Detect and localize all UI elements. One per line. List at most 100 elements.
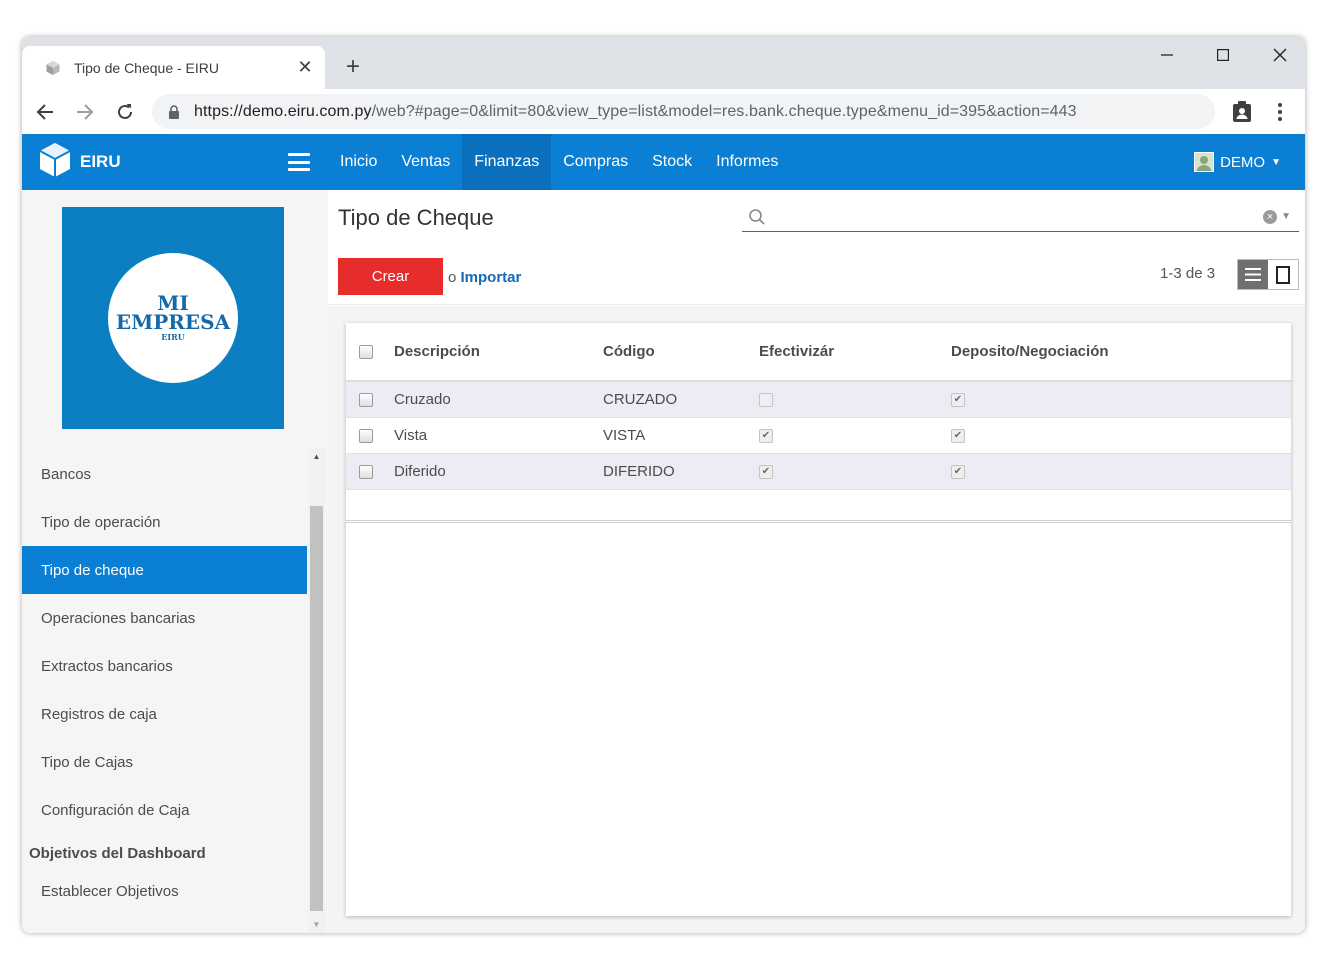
more-menu-icon[interactable]: [1270, 99, 1290, 125]
cell-descripcion: Cruzado: [394, 381, 603, 418]
hamburger-menu-icon[interactable]: [288, 151, 310, 173]
import-link[interactable]: Importar: [461, 269, 522, 286]
menu-item-finanzas[interactable]: Finanzas: [462, 134, 552, 190]
tab-strip: Tipo de Cheque - EIRU ✕ +: [22, 37, 1305, 89]
sidebar-item-bancos[interactable]: Bancos: [22, 450, 307, 498]
table-header-row: Descripción Código Efectivizár Deposito/…: [346, 323, 1291, 382]
close-icon[interactable]: ✕: [293, 56, 317, 80]
cell-descripcion: Diferido: [394, 453, 603, 490]
cell-deposito: ✔: [951, 417, 1291, 454]
page-title: Tipo de Cheque: [338, 205, 494, 230]
menu-item-compras[interactable]: Compras: [551, 134, 640, 190]
column-header-codigo[interactable]: Código: [603, 323, 759, 382]
sidebar-item-operaciones-bancarias[interactable]: Operaciones bancarias: [22, 594, 307, 642]
header-select-cell: [346, 323, 394, 382]
browser-window: Tipo de Cheque - EIRU ✕ + https://demo.e…: [22, 37, 1305, 933]
cell-efectivizar: ✔: [759, 453, 951, 490]
deposito-checkbox: ✔: [951, 428, 965, 443]
efectivizar-checkbox: ✔: [759, 428, 773, 443]
plus-icon[interactable]: +: [340, 54, 366, 80]
clear-search-icon[interactable]: ×: [1263, 209, 1278, 224]
sidebar-item-tipo-operacion[interactable]: Tipo de operación: [22, 498, 307, 546]
select-all-checkbox[interactable]: [359, 345, 373, 360]
forward-icon[interactable]: [72, 99, 98, 125]
row-checkbox[interactable]: [359, 392, 373, 407]
column-header-descripcion[interactable]: Descripción: [394, 323, 603, 382]
sidebar-item-configuracion-caja[interactable]: Configuración de Caja: [22, 786, 307, 834]
cell-codigo: DIFERIDO: [603, 453, 759, 490]
address-bar[interactable]: https://demo.eiru.com.py/web?#page=0&lim…: [152, 94, 1215, 129]
sidebar-menu: Bancos Tipo de operación Tipo de cheque …: [22, 450, 307, 910]
browser-tab[interactable]: Tipo de Cheque - EIRU ✕: [22, 46, 325, 89]
search-input[interactable]: [770, 207, 1264, 226]
row-checkbox[interactable]: [359, 464, 373, 479]
cell-efectivizar: [759, 381, 951, 418]
efectivizar-checkbox: ✔: [759, 464, 773, 479]
caret-down-icon: ▼: [1271, 156, 1281, 168]
sidebar-item-tipo-cheque[interactable]: Tipo de cheque: [22, 546, 307, 594]
cell-descripcion: Vista: [394, 417, 603, 454]
scroll-up-icon[interactable]: ▲: [308, 448, 325, 465]
avatar: [1194, 152, 1215, 172]
form-view-icon[interactable]: [1268, 260, 1298, 289]
cell-deposito: ✔: [951, 453, 1291, 490]
sidebar-item-establecer-objetivos[interactable]: Establecer Objetivos: [22, 872, 307, 910]
menu-item-inicio[interactable]: Inicio: [328, 134, 389, 190]
pager-value[interactable]: 1-3 de 3: [1160, 265, 1215, 282]
window-close-icon[interactable]: [1266, 43, 1294, 67]
cell-deposito: ✔: [951, 381, 1291, 418]
brand-name: EIRU: [80, 152, 121, 171]
sidebar-item-tipo-cajas[interactable]: Tipo de Cajas: [22, 738, 307, 786]
brand[interactable]: EIRU: [38, 142, 121, 183]
view-switcher: [1237, 259, 1299, 290]
search-icon: [748, 208, 766, 226]
maximize-icon[interactable]: [1209, 43, 1237, 67]
back-icon[interactable]: [32, 99, 58, 125]
top-menu: Inicio Ventas Finanzas Compras Stock Inf…: [328, 134, 790, 190]
logo-line2: EMPRESA: [115, 310, 231, 334]
cheque-type-table: Descripción Código Efectivizár Deposito/…: [346, 323, 1291, 523]
row-select-cell: [346, 381, 394, 418]
table-footer-cell: [346, 489, 1291, 523]
row-checkbox[interactable]: [359, 428, 373, 443]
sidebar-scrollbar[interactable]: ▲ ▼: [308, 448, 325, 933]
cell-efectivizar: ✔: [759, 417, 951, 454]
efectivizar-checkbox: [759, 392, 773, 407]
list-view-icon[interactable]: [1238, 260, 1268, 289]
row-select-cell: [346, 453, 394, 490]
deposito-checkbox: ✔: [951, 392, 965, 407]
menu-item-informes[interactable]: Informes: [704, 134, 790, 190]
minimize-icon[interactable]: [1153, 43, 1181, 67]
reload-icon[interactable]: [112, 99, 138, 125]
user-menu[interactable]: DEMO ▼: [1194, 134, 1281, 190]
import-prefix: o: [448, 269, 457, 286]
create-button[interactable]: Crear: [338, 258, 443, 295]
row-select-cell: [346, 417, 394, 454]
menu-item-stock[interactable]: Stock: [640, 134, 704, 190]
eiru-logo-icon: [38, 142, 72, 183]
menu-item-ventas[interactable]: Ventas: [389, 134, 462, 190]
lock-icon: [168, 104, 180, 119]
table-row[interactable]: Cruzado CRUZADO ✔: [346, 381, 1291, 418]
table-footer-row: [346, 489, 1291, 523]
column-header-deposito[interactable]: Deposito/Negociación: [951, 323, 1291, 382]
search-options-icon[interactable]: ▼: [1281, 211, 1291, 222]
sidebar-item-registros-caja[interactable]: Registros de caja: [22, 690, 307, 738]
table-row[interactable]: Vista VISTA ✔ ✔: [346, 417, 1291, 454]
scroll-down-icon[interactable]: ▼: [308, 916, 325, 933]
list-card: Descripción Código Efectivizár Deposito/…: [346, 323, 1291, 916]
cell-codigo: VISTA: [603, 417, 759, 454]
extension-icon[interactable]: [1229, 99, 1255, 125]
scroll-thumb[interactable]: [310, 506, 323, 911]
list-area: Descripción Código Efectivizár Deposito/…: [328, 306, 1305, 933]
company-logo: MI EMPRESA EIRU: [62, 207, 284, 429]
main-content: Tipo de Cheque × ▼ Crear o Importar 1-3 …: [328, 190, 1305, 933]
sidebar-item-extractos-bancarios[interactable]: Extractos bancarios: [22, 642, 307, 690]
table-row[interactable]: Diferido DIFERIDO ✔ ✔: [346, 453, 1291, 490]
sidebar: MI EMPRESA EIRU Bancos Tipo de operación…: [22, 190, 328, 933]
import-area: o Importar: [448, 269, 521, 286]
column-header-efectivizar[interactable]: Efectivizár: [759, 323, 951, 382]
control-panel: Tipo de Cheque × ▼ Crear o Importar 1-3 …: [328, 190, 1305, 305]
sidebar-section-heading: Objetivos del Dashboard: [29, 844, 206, 862]
company-logo-circle: MI EMPRESA EIRU: [108, 253, 238, 383]
